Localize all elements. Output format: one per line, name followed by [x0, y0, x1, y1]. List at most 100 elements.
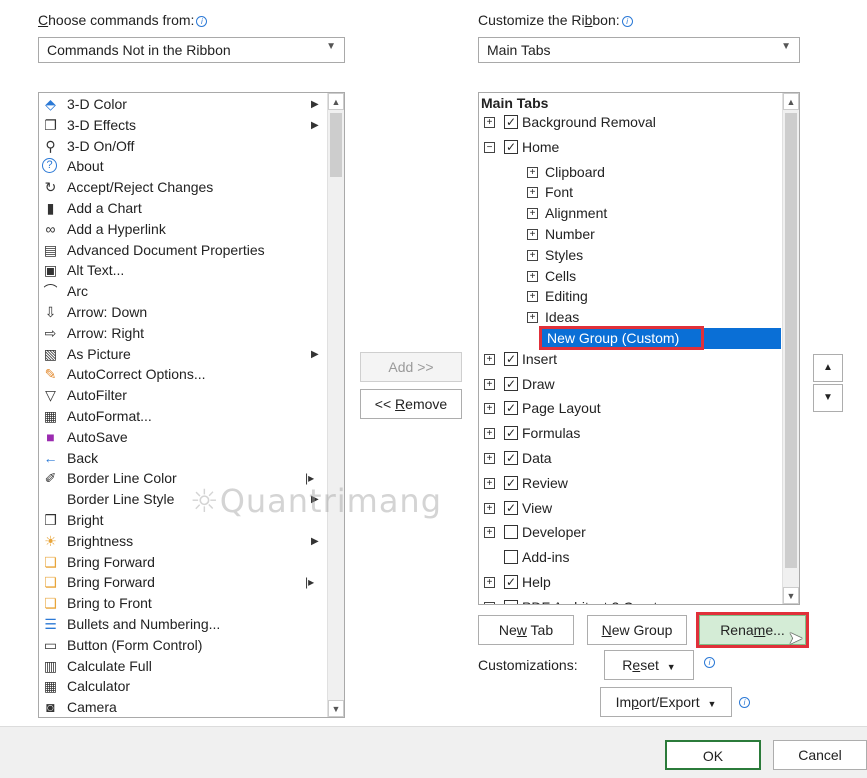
ribbon-group-item[interactable]: + Cells	[479, 266, 781, 287]
expand-icon[interactable]: +	[484, 527, 495, 539]
scroll-thumb[interactable]	[330, 113, 342, 177]
command-list-item[interactable]: ↻ Accept/Reject Changes	[39, 177, 324, 198]
commands-list-scrollbar[interactable]: ▲ ▼	[327, 93, 344, 717]
ribbon-group-item[interactable]: + Styles	[479, 245, 781, 266]
ribbon-tab-item[interactable]: + ✓ Background Removal	[479, 112, 781, 133]
ribbon-tab-item[interactable]: Add-ins	[479, 547, 781, 568]
command-list-item[interactable]: ☀ Brightness ▶	[39, 531, 324, 552]
checkbox-checked[interactable]: ✓	[504, 451, 518, 465]
command-list-item[interactable]: ▽ AutoFilter	[39, 385, 324, 406]
command-list-item[interactable]: ? About	[39, 156, 324, 177]
checkbox-checked[interactable]: ✓	[504, 139, 518, 154]
command-list-item[interactable]: ⬘ 3-D Color ▶	[39, 94, 324, 115]
ribbon-tree[interactable]: Main Tabs + ✓ Background Removal − ✓ Home + Cli…	[478, 92, 800, 605]
expand-icon[interactable]: +	[527, 312, 538, 324]
move-down-button[interactable]: ▼	[813, 384, 843, 412]
add-button[interactable]: Add >>	[360, 352, 462, 382]
ribbon-group-item[interactable]: New Group (Custom)	[479, 326, 781, 350]
ribbon-group-item[interactable]: + Clipboard	[479, 162, 781, 183]
command-list-item[interactable]: ❏ Bring Forward	[39, 552, 324, 573]
ribbon-group-item[interactable]: + Number	[479, 224, 781, 245]
command-list-item[interactable]: ⇩ Arrow: Down	[39, 302, 324, 323]
expand-icon[interactable]: +	[527, 208, 538, 220]
scroll-down-icon[interactable]: ▼	[783, 587, 799, 604]
checkbox-checked[interactable]: ✓	[504, 401, 518, 416]
checkbox-unchecked[interactable]	[504, 550, 518, 565]
scroll-thumb[interactable]	[785, 113, 797, 568]
ribbon-tab-item[interactable]: + ✓ Page Layout	[479, 398, 781, 419]
ribbon-tab-item[interactable]: + PDF Architect 2 Creator	[479, 597, 781, 604]
command-list-item[interactable]: ❐ 3-D Effects ▶	[39, 115, 324, 136]
command-list-item[interactable]: ▦ Calculator	[39, 676, 324, 697]
expand-icon[interactable]: +	[527, 229, 538, 240]
scroll-up-icon[interactable]: ▲	[328, 93, 344, 110]
expand-icon[interactable]: +	[484, 428, 495, 440]
commands-source-dropdown[interactable]: Commands Not in the Ribbon ▼	[38, 37, 345, 63]
command-list-item[interactable]: ∞ Add a Hyperlink	[39, 219, 324, 240]
expand-icon[interactable]: +	[484, 577, 495, 588]
expand-icon[interactable]: +	[484, 453, 495, 464]
checkbox-checked[interactable]: ✓	[504, 575, 518, 589]
collapse-icon[interactable]: −	[484, 141, 495, 153]
cancel-button[interactable]: Cancel	[773, 740, 867, 770]
command-list-item[interactable]: ▦ AutoFormat...	[39, 406, 324, 427]
reset-button[interactable]: Reset ▼	[604, 650, 694, 680]
command-list-item[interactable]: ▥ Calculate Full	[39, 656, 324, 677]
command-list-item[interactable]: ⇨ Arrow: Right	[39, 323, 324, 344]
ribbon-group-item[interactable]: + Alignment	[479, 203, 781, 224]
checkbox-checked[interactable]: ✓	[504, 115, 518, 129]
checkbox-unchecked[interactable]	[504, 525, 518, 540]
command-list-item[interactable]: ▣ Alt Text...	[39, 260, 324, 281]
ribbon-tab-item[interactable]: + Developer	[479, 522, 781, 543]
expand-icon[interactable]: +	[527, 187, 538, 199]
checkbox-checked[interactable]: ✓	[504, 475, 518, 490]
ribbon-group-item[interactable]: + Editing	[479, 286, 781, 307]
move-up-button[interactable]: ▲	[813, 354, 843, 382]
expand-icon[interactable]: +	[484, 117, 495, 128]
expand-icon[interactable]: +	[484, 477, 495, 489]
ribbon-tab-item[interactable]: + ✓ View	[479, 498, 781, 519]
command-list-item[interactable]: ■ AutoSave	[39, 427, 324, 448]
checkbox-checked[interactable]: ✓	[504, 500, 518, 515]
import-export-button[interactable]: Import/Export ▼	[600, 687, 732, 717]
ribbon-tab-item[interactable]: + ✓ Help	[479, 572, 781, 593]
ribbon-tab-item[interactable]: + ✓ Insert	[479, 349, 781, 370]
checkbox-checked[interactable]: ✓	[504, 426, 518, 441]
command-list-item[interactable]: ❏ Bring to Front	[39, 593, 324, 614]
ribbon-tabs-dropdown[interactable]: Main Tabs ▼	[478, 37, 800, 63]
ribbon-tab-item[interactable]: + ✓ Review	[479, 473, 781, 494]
ribbon-group-item[interactable]: + Font	[479, 182, 781, 203]
command-list-item[interactable]: ◙ Camera	[39, 697, 324, 717]
checkbox-checked[interactable]: ✓	[504, 376, 518, 391]
command-list-item[interactable]: ← Back	[39, 448, 324, 469]
ribbon-tab-item[interactable]: + ✓ Draw	[479, 374, 781, 395]
scroll-down-icon[interactable]: ▼	[328, 700, 344, 717]
rename-button[interactable]: Rename... ➤	[696, 612, 809, 648]
new-tab-button[interactable]: New Tab	[478, 615, 574, 645]
command-list-item[interactable]: ▧ As Picture ▶	[39, 344, 324, 365]
checkbox-unchecked[interactable]	[504, 599, 518, 604]
command-list-item[interactable]: ⚲ 3-D On/Off	[39, 136, 324, 157]
command-list-item[interactable]: ▮ Add a Chart	[39, 198, 324, 219]
command-list-item[interactable]: ✎ AutoCorrect Options...	[39, 364, 324, 385]
expand-icon[interactable]: +	[527, 249, 538, 261]
command-list-item[interactable]: ❏ Bring Forward |▸	[39, 572, 324, 593]
command-list-item[interactable]: ☰ Bullets and Numbering...	[39, 614, 324, 635]
expand-icon[interactable]: +	[527, 270, 538, 282]
expand-icon[interactable]: +	[527, 291, 538, 303]
expand-icon[interactable]: +	[484, 403, 495, 415]
expand-icon[interactable]: +	[484, 353, 495, 365]
commands-list[interactable]: ⬘ 3-D Color ▶ ❐ 3-D Effects ▶ ⚲ 3-D On/Off? Abou…	[38, 92, 345, 718]
ribbon-tab-item[interactable]: + ✓ Formulas	[479, 423, 781, 444]
remove-button[interactable]: << Remove	[360, 389, 462, 419]
ribbon-tab-item[interactable]: + ✓ Data	[479, 448, 781, 469]
expand-icon[interactable]: +	[527, 166, 538, 178]
checkbox-checked[interactable]: ✓	[504, 351, 518, 366]
ok-button[interactable]: OK	[665, 740, 761, 770]
ribbon-tab-item[interactable]: − ✓ Home	[479, 137, 781, 158]
command-list-item[interactable]: ▭ Button (Form Control)	[39, 635, 324, 656]
expand-icon[interactable]: +	[484, 502, 495, 514]
expand-icon[interactable]: +	[484, 601, 495, 604]
ribbon-tree-scrollbar[interactable]: ▲ ▼	[782, 93, 799, 604]
expand-icon[interactable]: +	[484, 378, 495, 390]
